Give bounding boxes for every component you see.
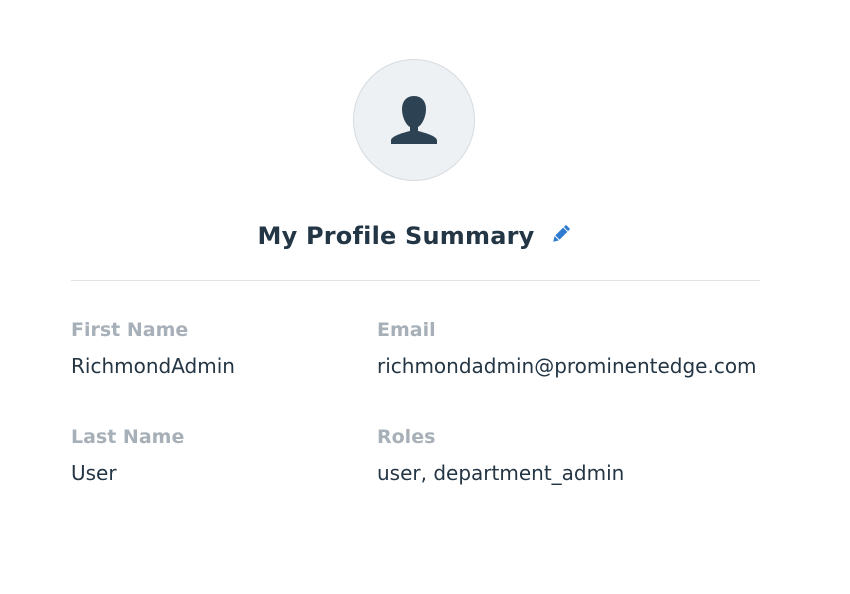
profile-avatar — [353, 59, 475, 181]
page-title: My Profile Summary — [257, 222, 535, 250]
first-name-value: RichmondAdmin — [71, 354, 235, 378]
pencil-icon — [549, 222, 573, 250]
last-name-field: Last Name User — [71, 425, 184, 487]
edit-profile-button[interactable] — [549, 224, 573, 248]
email-field: Email richmondadmin@prominentedge.com — [377, 318, 757, 380]
roles-field: Roles user, department_admin — [377, 425, 624, 487]
email-label: Email — [377, 319, 436, 341]
roles-label: Roles — [377, 426, 436, 448]
first-name-label: First Name — [71, 319, 189, 341]
last-name-value: User — [71, 461, 117, 485]
last-name-label: Last Name — [71, 426, 185, 448]
first-name-field: First Name RichmondAdmin — [71, 318, 235, 380]
user-silhouette-icon — [388, 94, 440, 146]
email-value: richmondadmin@prominentedge.com — [377, 354, 757, 378]
profile-title-row: My Profile Summary — [0, 218, 830, 254]
roles-value: user, department_admin — [377, 461, 625, 485]
section-divider — [71, 280, 760, 281]
